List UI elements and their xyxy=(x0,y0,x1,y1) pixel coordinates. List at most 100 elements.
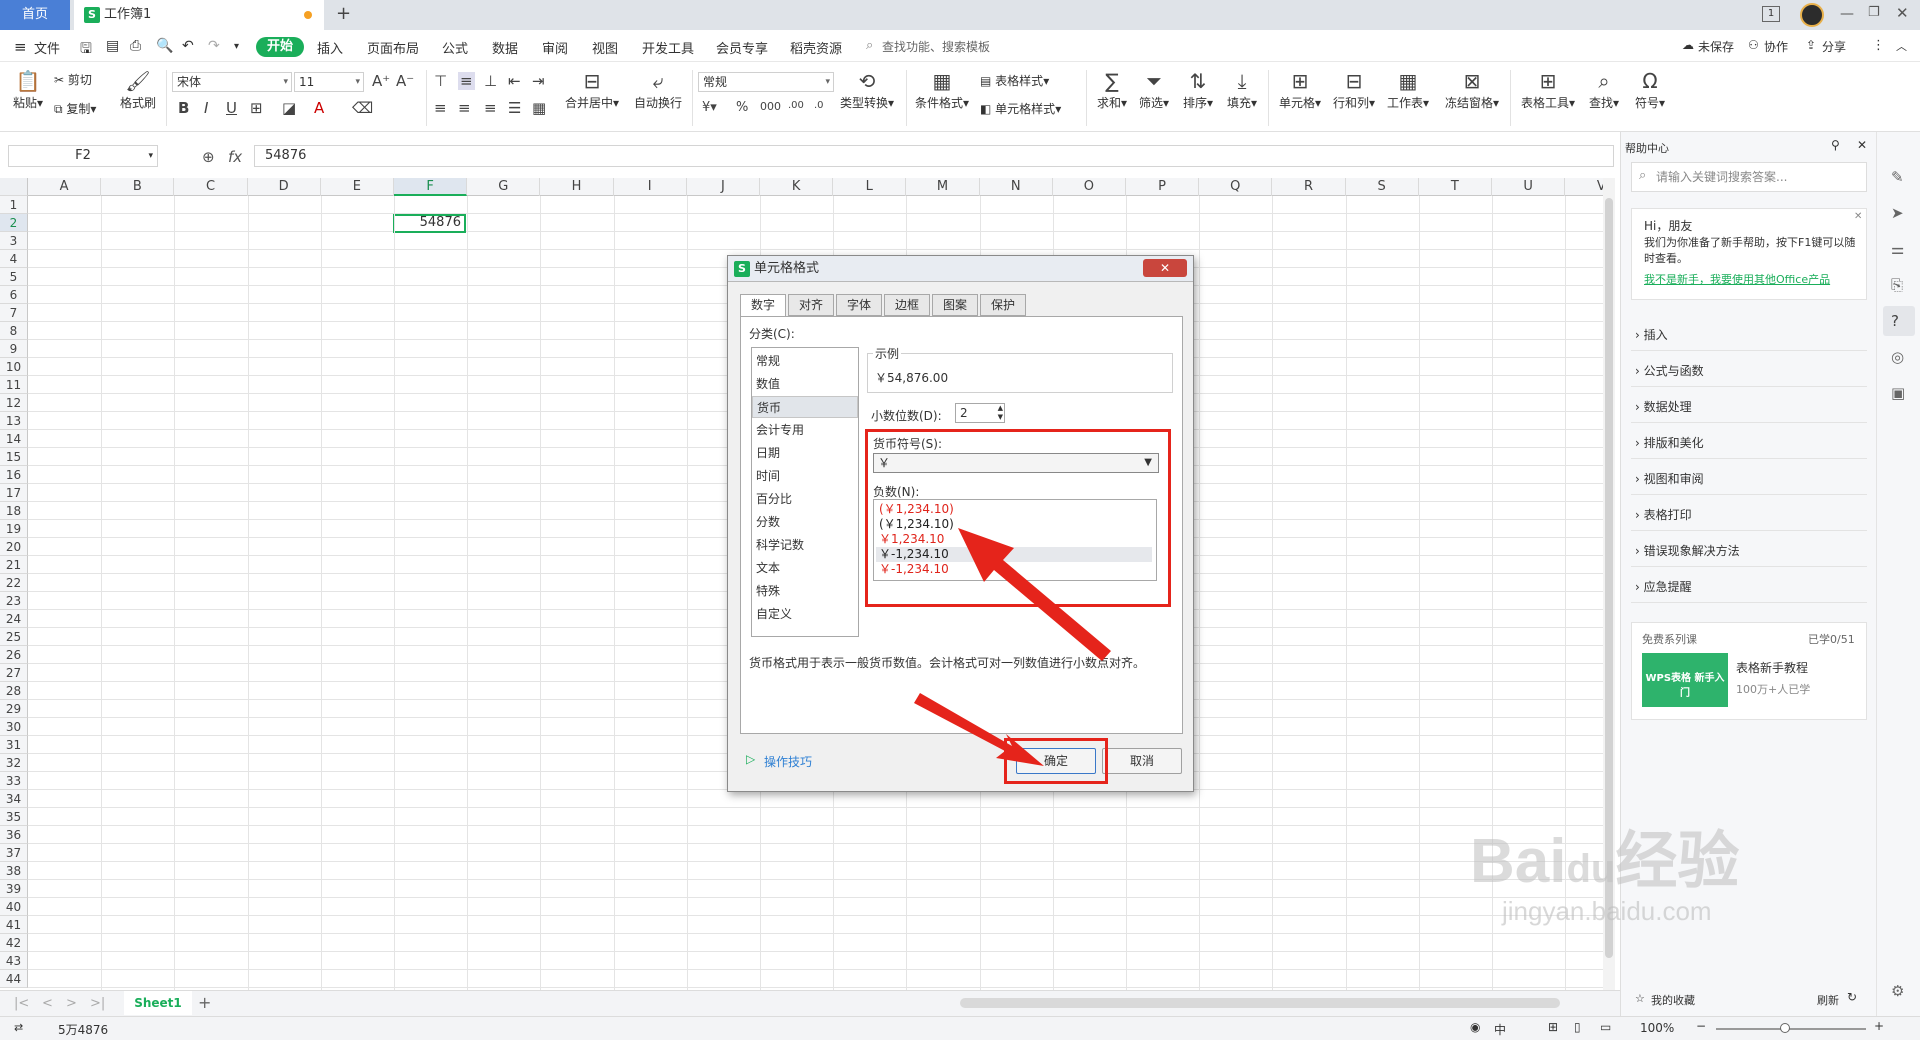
row-header[interactable]: 19 xyxy=(0,520,28,538)
freeze-button[interactable]: ⊠ 冻结窗格▾ xyxy=(1442,68,1502,111)
vertical-scroll-thumb[interactable] xyxy=(1605,198,1613,958)
pin-icon[interactable]: ⚲ xyxy=(1831,138,1840,152)
vertical-scrollbar[interactable] xyxy=(1603,178,1615,990)
column-header-b[interactable]: B xyxy=(101,178,175,196)
tab-font[interactable]: 字体 xyxy=(836,294,882,316)
tab-review[interactable]: 审阅 xyxy=(542,38,568,57)
hamburger-icon[interactable]: ≡ xyxy=(14,38,27,56)
fill-button[interactable]: ⤓ 填充▾ xyxy=(1224,68,1260,111)
row-header[interactable]: 26 xyxy=(0,646,28,664)
row-header[interactable]: 29 xyxy=(0,700,28,718)
help-topic-item[interactable]: › 排版和美化 xyxy=(1635,434,1704,451)
favorites-link[interactable]: 我的收藏 xyxy=(1651,992,1695,1008)
category-custom[interactable]: 自定义 xyxy=(752,603,858,625)
sort-button[interactable]: ⇅ 排序▾ xyxy=(1180,68,1216,111)
stepper-up-icon[interactable]: ▲ xyxy=(998,404,1003,413)
column-header-a[interactable]: A xyxy=(28,178,102,196)
filter-button[interactable]: ⏷ 筛选▾ xyxy=(1136,68,1172,111)
redo-icon[interactable]: ↷ xyxy=(208,38,220,54)
align-middle-icon[interactable]: ≡ xyxy=(458,72,475,90)
row-header[interactable]: 22 xyxy=(0,574,28,592)
table-row[interactable] xyxy=(28,952,1603,970)
more-icon[interactable]: ⋮ xyxy=(1872,38,1885,53)
distribute-icon[interactable]: ▦ xyxy=(532,99,546,117)
tab-protection[interactable]: 保护 xyxy=(980,294,1026,316)
align-top-icon[interactable]: ⊤ xyxy=(434,72,447,90)
zoom-in-icon[interactable]: + xyxy=(1874,1019,1884,1033)
panel-close-icon[interactable]: ✕ xyxy=(1857,138,1867,152)
row-header[interactable]: 14 xyxy=(0,430,28,448)
clipboard-icon[interactable]: ⎘ xyxy=(1891,276,1903,294)
category-time[interactable]: 时间 xyxy=(752,465,858,487)
help-topic-item[interactable]: › 数据处理 xyxy=(1635,398,1692,415)
avatar[interactable] xyxy=(1800,3,1824,27)
negative-numbers-list[interactable]: (￥1,234.10) (￥1,234.10) ￥1,234.10 ￥-1,23… xyxy=(873,499,1157,581)
row-header[interactable]: 39 xyxy=(0,880,28,898)
save-icon[interactable]: 🖫 xyxy=(80,38,92,62)
negative-option[interactable]: ￥-1,234.10 xyxy=(876,562,1152,577)
row-header[interactable]: 16 xyxy=(0,466,28,484)
wrap-text-button[interactable]: ⤶ 自动换行 xyxy=(630,68,686,111)
cell-button[interactable]: ⊞ 单元格▾ xyxy=(1276,68,1324,111)
stepper-down-icon[interactable]: ▼ xyxy=(998,413,1003,422)
normal-view-icon[interactable]: ⊞ xyxy=(1548,1020,1558,1034)
table-row[interactable] xyxy=(28,196,1603,214)
tab-border[interactable]: 边框 xyxy=(884,294,930,316)
zoom-formula-icon[interactable]: ⊕ xyxy=(202,148,215,166)
row-header[interactable]: 17 xyxy=(0,484,28,502)
input-lang[interactable]: 中 xyxy=(1494,1021,1506,1038)
help-icon[interactable]: ? xyxy=(1891,312,1899,330)
row-header[interactable]: 30 xyxy=(0,718,28,736)
help-search-input[interactable]: 请输入关键词搜索答案... xyxy=(1631,162,1867,192)
add-sheet-button[interactable]: + xyxy=(198,993,211,1012)
eye-protect-icon[interactable]: ◉ xyxy=(1470,1020,1480,1034)
row-header[interactable]: 15 xyxy=(0,448,28,466)
thousands-icon[interactable]: 000 xyxy=(760,100,781,113)
decimal-increase-icon[interactable]: .00 xyxy=(788,100,804,111)
close-icon[interactable]: ✕ xyxy=(1896,4,1909,22)
table-row[interactable] xyxy=(28,898,1603,916)
first-sheet-icon[interactable]: |< xyxy=(14,996,29,1011)
number-format-select[interactable]: 常规 ▾ xyxy=(698,72,834,92)
unsaved-button[interactable]: 未保存 xyxy=(1698,38,1734,55)
underline-icon[interactable]: U xyxy=(226,99,237,117)
worksheet-button[interactable]: ▦ 工作表▾ xyxy=(1384,68,1432,111)
export-pdf-icon[interactable]: ▤ xyxy=(106,38,119,54)
refresh-icon[interactable]: ↻ xyxy=(1847,990,1857,1004)
table-row[interactable] xyxy=(28,880,1603,898)
border-icon[interactable]: ⊞ xyxy=(250,99,263,117)
font-size-select[interactable]: 11 ▾ xyxy=(294,72,364,92)
column-header-r[interactable]: R xyxy=(1272,178,1346,196)
dialog-close-button[interactable]: ✕ xyxy=(1143,259,1187,277)
select-all-corner[interactable] xyxy=(0,178,28,196)
row-header[interactable]: 40 xyxy=(0,898,28,916)
page-break-view-icon[interactable]: ▭ xyxy=(1600,1020,1611,1034)
row-header[interactable]: 44 xyxy=(0,970,28,988)
tab-view[interactable]: 视图 xyxy=(592,38,618,57)
table-row[interactable] xyxy=(28,826,1603,844)
table-row[interactable] xyxy=(28,844,1603,862)
category-general[interactable]: 常规 xyxy=(752,350,858,372)
refresh-link[interactable]: 刷新 xyxy=(1817,992,1839,1008)
new-tab-button[interactable]: + xyxy=(336,3,351,24)
type-convert-button[interactable]: ⟲ 类型转换▾ xyxy=(836,68,898,111)
column-header-u[interactable]: U xyxy=(1492,178,1566,196)
column-header-d[interactable]: D xyxy=(248,178,321,196)
row-header[interactable]: 2 xyxy=(0,214,28,232)
align-center-icon[interactable]: ≡ xyxy=(458,99,471,117)
column-header-k[interactable]: K xyxy=(760,178,834,196)
print-icon[interactable]: ⎙ xyxy=(130,38,141,54)
document-tab[interactable]: S 工作簿1 xyxy=(74,0,324,30)
italic-icon[interactable]: I xyxy=(204,99,208,117)
category-number[interactable]: 数值 xyxy=(752,373,858,395)
tab-pattern[interactable]: 图案 xyxy=(932,294,978,316)
copy-button[interactable]: ⧉ 复制▾ xyxy=(54,100,96,117)
cancel-button[interactable]: 取消 xyxy=(1102,748,1182,774)
minimize-icon[interactable]: — xyxy=(1840,6,1854,22)
row-header[interactable]: 27 xyxy=(0,664,28,682)
row-header[interactable]: 20 xyxy=(0,538,28,556)
help-topic-item[interactable]: › 视图和审阅 xyxy=(1635,470,1704,487)
row-header[interactable]: 11 xyxy=(0,376,28,394)
tab-page-layout[interactable]: 页面布局 xyxy=(367,38,419,57)
fill-color-icon[interactable]: ◪ xyxy=(282,99,296,117)
